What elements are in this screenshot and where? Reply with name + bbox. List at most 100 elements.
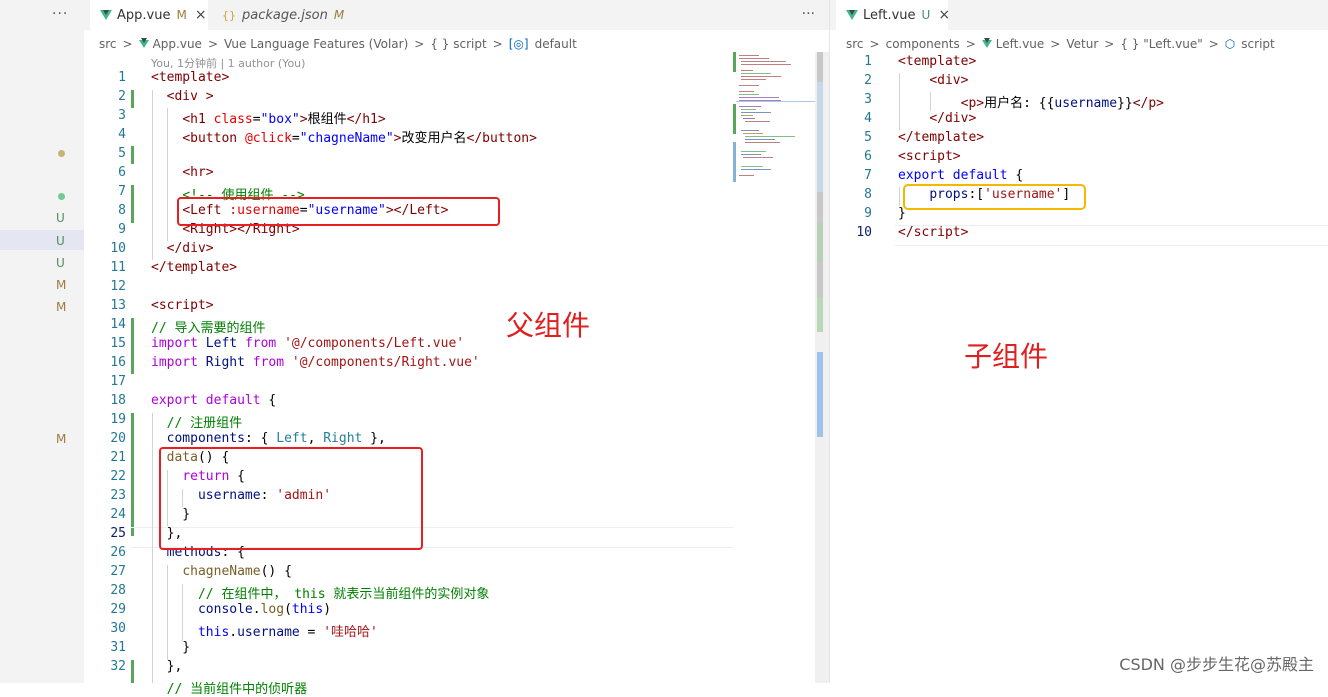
line-number: 4 [118, 127, 126, 142]
breadcrumb-item[interactable]: { } "Left.vue" [1120, 37, 1202, 51]
vue-icon [100, 10, 112, 20]
tab-package-json[interactable]: {} package.json M [212, 0, 348, 30]
chevron-right-icon: > [1050, 37, 1061, 51]
chevron-right-icon: > [207, 37, 219, 51]
vertical-scrollbar[interactable] [815, 52, 829, 683]
tab-status: U [921, 8, 931, 22]
code-line[interactable]: <div> [898, 73, 968, 88]
code-line[interactable]: console.log(this) [151, 602, 331, 617]
line-number: 17 [110, 374, 126, 389]
right-tab-bar: Left.vue U × [830, 0, 1328, 30]
code-line[interactable]: </div> [898, 111, 976, 126]
line-number: 3 [118, 108, 126, 123]
breadcrumb-item[interactable]: src [846, 37, 864, 51]
code-line[interactable]: <script> [898, 149, 961, 164]
vue-icon [981, 38, 992, 48]
tab-left-vue[interactable]: Left.vue U × [836, 0, 950, 30]
chevron-right-icon: > [965, 37, 976, 51]
chevron-right-icon: > [414, 37, 425, 51]
code-line[interactable]: import Left from '@/components/Left.vue' [151, 336, 464, 351]
line-number: 28 [110, 583, 126, 598]
tab-label: package.json [242, 7, 328, 23]
git-status-badge: U [56, 256, 65, 270]
chevron-right-icon: > [122, 37, 133, 51]
git-status-badge: U [56, 234, 65, 248]
breadcrumb-item[interactable]: src [99, 37, 117, 51]
breadcrumb-item[interactable]: Vue Language Features (Volar) [224, 37, 408, 51]
git-added-bar [131, 413, 134, 536]
code-line[interactable]: // 导入需要的组件 [151, 317, 265, 336]
code-line[interactable]: // 在组件中， this 就表示当前组件的实例对象 [151, 583, 489, 602]
code-line[interactable]: <template> [898, 54, 976, 69]
line-number: 19 [110, 412, 126, 427]
code-line[interactable]: } [151, 640, 190, 655]
symbol-icon: [◎] [508, 37, 529, 51]
code-line[interactable]: <p>用户名: {{username}}</p> [898, 92, 1164, 111]
tab-label: App.vue [117, 7, 171, 23]
minimap[interactable] [733, 52, 815, 242]
line-number: 2 [864, 73, 872, 88]
line-number: 13 [110, 298, 126, 313]
code-line[interactable]: export default { [151, 393, 276, 408]
highlight-box-props [903, 184, 1086, 210]
line-number: 10 [110, 241, 126, 256]
code-line[interactable]: import Right from '@/components/Right.vu… [151, 355, 480, 370]
chevron-right-icon: > [1104, 37, 1115, 51]
code-line[interactable]: </div> [151, 241, 214, 256]
code-line[interactable]: this.username = '哇哈哈' [151, 621, 378, 640]
breadcrumb-item[interactable]: App.vue [153, 37, 202, 51]
git-added-bar [131, 318, 134, 374]
code-line[interactable]: <h1 class="box">根组件</h1> [151, 108, 385, 127]
line-number: 10 [856, 225, 872, 240]
ellipsis-icon[interactable]: ··· [52, 6, 68, 22]
code-line[interactable]: components: { Left, Right }, [151, 431, 386, 446]
line-number: 18 [110, 393, 126, 408]
breadcrumb-item[interactable]: script [1241, 37, 1274, 51]
git-status-badge: M [56, 300, 67, 314]
untracked-dot-icon [58, 193, 65, 200]
code-line[interactable]: <div > [151, 89, 214, 104]
git-added-bar [131, 146, 134, 164]
code-line[interactable]: }, [151, 659, 183, 674]
tab-app-vue[interactable]: App.vue M × [90, 0, 208, 30]
code-line[interactable]: // 当前组件中的侦听器 [151, 678, 307, 697]
breadcrumb-item[interactable]: default [535, 37, 577, 51]
line-number: 6 [864, 149, 872, 164]
line-number: 11 [110, 260, 126, 275]
git-added-bar [131, 185, 134, 223]
git-status-badge: M [56, 278, 67, 292]
line-number: 2 [118, 89, 126, 104]
breadcrumb-item[interactable]: Left.vue [996, 37, 1044, 51]
breadcrumb-item[interactable]: { } script [430, 37, 486, 51]
parent-component-label: 父组件 [506, 309, 591, 342]
cube-icon: ⬡ [1224, 37, 1236, 51]
code-line[interactable]: <script> [151, 298, 214, 313]
git-added-bar [131, 90, 134, 108]
highlight-box-data [159, 447, 423, 550]
close-icon[interactable]: × [195, 7, 207, 23]
breadcrumb: src > components > Left.vue > Vetur > { … [846, 34, 1281, 54]
line-number: 12 [110, 279, 126, 294]
code-line[interactable]: </template> [151, 260, 237, 275]
code-line[interactable]: <template> [151, 70, 229, 85]
code-line[interactable]: chagneName() { [151, 564, 292, 579]
breadcrumb-item[interactable]: Vetur [1066, 37, 1098, 51]
code-line[interactable]: </script> [898, 225, 968, 240]
close-icon[interactable]: × [938, 7, 950, 23]
breadcrumb-item[interactable]: components [886, 37, 960, 51]
code-line[interactable]: // 注册组件 [151, 412, 242, 431]
code-line[interactable]: <button @click="chagneName">改变用户名</butto… [151, 127, 537, 146]
code-line[interactable]: <hr> [151, 165, 213, 180]
editor-split-divider[interactable] [829, 0, 830, 683]
line-number: 31 [110, 640, 126, 655]
vue-icon [846, 10, 858, 20]
explorer-selected-row[interactable] [0, 230, 84, 250]
child-component-label: 子组件 [964, 340, 1049, 373]
line-number: 30 [110, 621, 126, 636]
code-line[interactable]: export default { [898, 168, 1023, 183]
more-actions-icon[interactable]: ··· [802, 6, 815, 22]
line-number: 3 [864, 92, 872, 107]
tab-status: M [176, 8, 187, 22]
line-number: 23 [110, 488, 126, 503]
code-line[interactable]: </template> [898, 130, 984, 145]
